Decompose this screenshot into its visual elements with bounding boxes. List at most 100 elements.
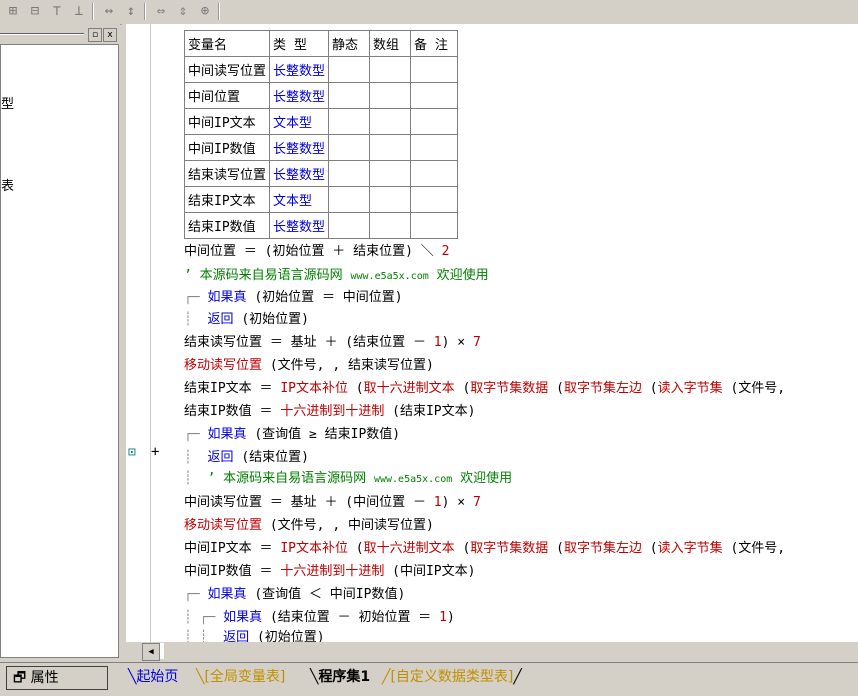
properties-button[interactable]: 🗗 属性 <box>6 666 108 690</box>
tree-item-fragment[interactable]: 型 <box>1 93 14 112</box>
code-line[interactable]: 移动读写位置 (文件号, , 中间读写位置) <box>184 516 434 535</box>
panel-minimize-button[interactable]: ▫ <box>88 28 102 42</box>
var-name-cell[interactable]: 中间IP文本 <box>183 108 271 135</box>
command: 读入字节集 <box>657 381 723 396</box>
table-row[interactable]: 中间IP文本 文本型 <box>183 108 459 135</box>
static-cell[interactable] <box>328 108 371 135</box>
var-name-cell[interactable]: 结束IP文本 <box>183 186 271 213</box>
var-type-cell[interactable]: 长整数型 <box>269 160 330 187</box>
tab-start-page[interactable]: ╲起始页 <box>128 667 178 687</box>
project-tree[interactable]: 型 表 <box>0 44 119 658</box>
align-top-icon[interactable]: ⊤ <box>48 2 66 20</box>
static-cell[interactable] <box>328 186 371 213</box>
code-line[interactable]: ┌─ 如果真 (查询值 ≥ 结束IP数值) <box>184 425 400 444</box>
code-line[interactable]: 移动读写位置 (文件号, , 结束读写位置) <box>184 356 434 375</box>
remark-cell[interactable] <box>410 212 459 239</box>
remark-cell[interactable] <box>410 108 459 135</box>
align-left-icon[interactable]: ⊞ <box>4 2 22 20</box>
code-line[interactable]: 结束IP文本 ＝ IP文本补位 (取十六进制文本 (取字节集数据 (取字节集左边… <box>184 379 785 398</box>
code-line[interactable]: 中间IP数值 ＝ 十六进制到十进制 (中间IP文本) <box>184 562 475 581</box>
var-name-cell[interactable]: 中间IP数值 <box>183 134 271 161</box>
h-space-icon[interactable]: ↔ <box>100 2 118 20</box>
code-editor[interactable]: 变量名 类 型 静态 数组 备 注 中间读写位置 长整数型 中间位置 长整数型 中间… <box>180 24 858 642</box>
var-type-cell[interactable]: 长整数型 <box>269 212 330 239</box>
array-cell[interactable] <box>369 56 412 83</box>
remark-cell[interactable] <box>410 186 459 213</box>
var-type-cell[interactable]: 长整数型 <box>269 56 330 83</box>
array-cell[interactable] <box>369 160 412 187</box>
code-line[interactable]: 结束IP数值 ＝ 十六进制到十进制 (结束IP文本) <box>184 402 475 421</box>
table-row[interactable]: 中间位置 长整数型 <box>183 82 459 109</box>
var-name-cell[interactable]: 结束读写位置 <box>183 160 271 187</box>
code-line[interactable]: 结束读写位置 ＝ 基址 ＋ (结束位置 － 1) × 7 <box>184 333 481 352</box>
breakpoint-marker-icon[interactable]: ⊡ <box>128 445 136 460</box>
var-type-cell[interactable]: 长整数型 <box>269 82 330 109</box>
number-literal: 7 <box>472 495 481 510</box>
tab-custom-types[interactable]: ╱[自定义数据类型表]╱ <box>382 667 522 687</box>
var-name-cell[interactable]: 结束IP数值 <box>183 212 271 239</box>
code-line[interactable]: 中间读写位置 ＝ 基址 ＋ (中间位置 － 1) × 7 <box>184 493 481 512</box>
panel-close-button[interactable]: x <box>103 28 117 42</box>
left-panel: ▫ x 型 表 <box>0 24 120 660</box>
same-width-icon[interactable]: ⇔ <box>152 2 170 20</box>
code-text: ( <box>641 381 658 396</box>
array-cell[interactable] <box>369 82 412 109</box>
toolbar-separator <box>218 3 220 20</box>
v-space-icon[interactable]: ↕ <box>122 2 140 20</box>
header-cell[interactable]: 备 注 <box>410 30 459 57</box>
remark-cell[interactable] <box>410 82 459 109</box>
table-row[interactable]: 中间IP数值 长整数型 <box>183 134 459 161</box>
var-name-cell[interactable]: 中间位置 <box>183 82 271 109</box>
code-line[interactable]: 中间位置 ＝ (初始位置 ＋ 结束位置) ＼ 2 <box>184 242 449 261</box>
table-row[interactable]: 中间读写位置 长整数型 <box>183 56 459 83</box>
static-cell[interactable] <box>328 160 371 187</box>
same-size-icon[interactable]: ⊕ <box>196 2 214 20</box>
var-type-cell[interactable]: 长整数型 <box>269 134 330 161</box>
var-name-cell[interactable]: 中间读写位置 <box>183 56 271 83</box>
keyword: 返回 <box>207 312 234 327</box>
code-line[interactable]: ┌─ 如果真 (查询值 ＜ 中间IP数值) <box>184 585 405 604</box>
line-gutter[interactable] <box>126 24 180 642</box>
array-cell[interactable] <box>369 212 412 239</box>
remark-cell[interactable] <box>410 160 459 187</box>
horizontal-scrollbar[interactable]: ◀ <box>126 642 858 661</box>
header-cell[interactable]: 类 型 <box>269 30 330 57</box>
table-row[interactable]: 结束IP数值 长整数型 <box>183 212 459 239</box>
var-type-cell[interactable]: 文本型 <box>269 108 330 135</box>
array-cell[interactable] <box>369 186 412 213</box>
comment-line[interactable]: ’ 本源码来自易语言源码网 www.e5a5x.com 欢迎使用 <box>184 266 489 286</box>
remark-cell[interactable] <box>410 56 459 83</box>
static-cell[interactable] <box>328 212 371 239</box>
code-line[interactable]: 中间IP文本 ＝ IP文本补位 (取十六进制文本 (取字节集数据 (取字节集左边… <box>184 539 785 558</box>
local-variable-table[interactable]: 变量名 类 型 静态 数组 备 注 中间读写位置 长整数型 中间位置 长整数型 中间… <box>183 30 459 239</box>
header-cell[interactable]: 变量名 <box>183 30 271 57</box>
array-cell[interactable] <box>369 108 412 135</box>
header-cell[interactable]: 数组 <box>369 30 412 57</box>
header-cell[interactable]: 静态 <box>328 30 371 57</box>
remark-cell[interactable] <box>410 134 459 161</box>
code-text: ( <box>454 381 471 396</box>
code-line[interactable]: ┊ 返回 (结束位置) <box>184 448 309 467</box>
tree-item-fragment[interactable]: 表 <box>1 175 14 194</box>
scroll-track[interactable] <box>160 643 164 659</box>
tab-assembly-1[interactable]: ╲程序集1 <box>310 667 370 687</box>
code-line[interactable]: ┊ 返回 (初始位置) <box>184 310 309 329</box>
var-type-cell[interactable]: 文本型 <box>269 186 330 213</box>
comment-line[interactable]: ┊ ’ 本源码来自易语言源码网 www.e5a5x.com 欢迎使用 <box>184 469 512 489</box>
table-row[interactable]: 结束IP文本 文本型 <box>183 186 459 213</box>
code-line[interactable]: ┊ ┊ 返回 (初始位置) <box>184 628 325 642</box>
same-height-icon[interactable]: ⇕ <box>174 2 192 20</box>
static-cell[interactable] <box>328 134 371 161</box>
static-cell[interactable] <box>328 56 371 83</box>
static-cell[interactable] <box>328 82 371 109</box>
expand-plus-icon[interactable]: + <box>151 444 159 460</box>
table-row[interactable]: 结束读写位置 长整数型 <box>183 160 459 187</box>
align-center-icon[interactable]: ⊟ <box>26 2 44 20</box>
code-line[interactable]: ┌─ 如果真 (初始位置 ＝ 中间位置) <box>184 288 403 307</box>
tab-global-vars[interactable]: ╲[全局变量表] <box>196 667 285 687</box>
scroll-left-icon[interactable]: ◀ <box>142 643 160 661</box>
keyword: 如果真 <box>207 290 247 305</box>
array-cell[interactable] <box>369 134 412 161</box>
align-right-icon[interactable]: ⊥ <box>70 2 88 20</box>
code-line[interactable]: ┊ ┌─ 如果真 (结束位置 － 初始位置 ＝ 1) <box>184 608 455 627</box>
